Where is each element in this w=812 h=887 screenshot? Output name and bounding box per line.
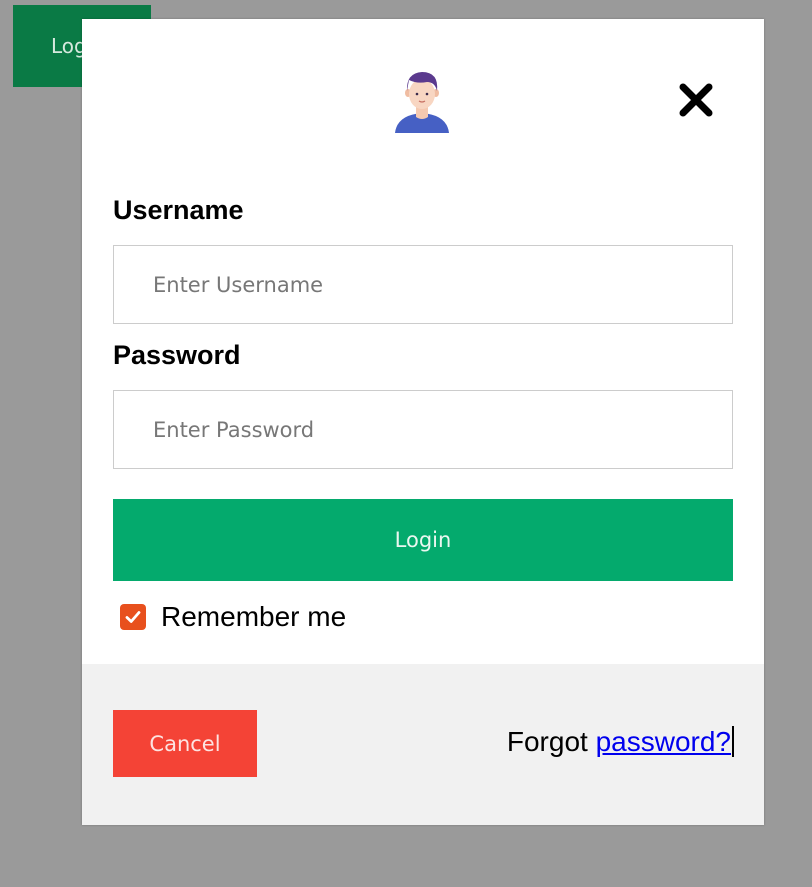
cancel-button[interactable]: Cancel xyxy=(113,710,257,777)
password-label: Password xyxy=(113,340,241,370)
login-modal: Username Password Login Remember me Canc… xyxy=(82,19,764,825)
password-input[interactable] xyxy=(113,390,733,469)
username-label: Username xyxy=(113,195,244,225)
checkmark-icon xyxy=(125,611,141,623)
close-icon xyxy=(679,83,713,117)
modal-header xyxy=(82,19,764,139)
forgot-password-link[interactable]: password? xyxy=(595,726,734,757)
username-input[interactable] xyxy=(113,245,733,324)
user-avatar-icon xyxy=(391,63,453,135)
login-button[interactable]: Login xyxy=(113,499,733,581)
forgot-password-text: Forgot password? xyxy=(507,726,734,758)
remember-me-row: Remember me xyxy=(120,599,346,635)
remember-me-label: Remember me xyxy=(161,601,347,632)
forgot-prefix: Forgot xyxy=(506,726,588,757)
close-button[interactable] xyxy=(675,79,717,121)
modal-footer: Cancel Forgot password? xyxy=(82,664,764,825)
remember-me-checkbox[interactable] xyxy=(120,604,146,630)
